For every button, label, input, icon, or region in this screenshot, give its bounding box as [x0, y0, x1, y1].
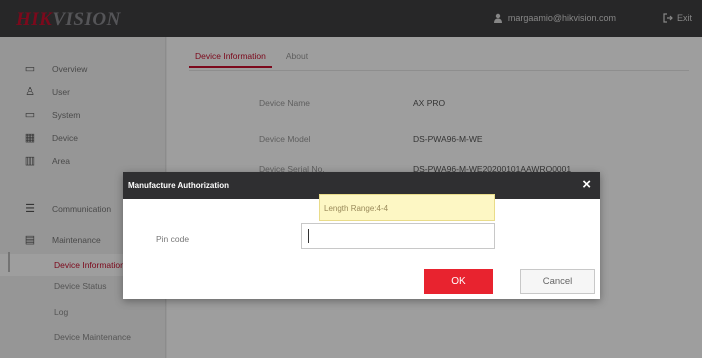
pin-code-label: Pin code [156, 234, 190, 244]
close-icon[interactable]: × [582, 176, 591, 193]
manufacture-authorization-dialog: Manufacture Authorization × Length Range… [123, 172, 600, 299]
cancel-button[interactable]: Cancel [520, 269, 595, 294]
dialog-title: Manufacture Authorization [128, 181, 230, 190]
pin-code-input[interactable] [301, 223, 495, 249]
text-caret [308, 229, 309, 243]
ok-button[interactable]: OK [424, 269, 493, 294]
validation-tooltip: Length Range:4-4 [319, 194, 495, 221]
